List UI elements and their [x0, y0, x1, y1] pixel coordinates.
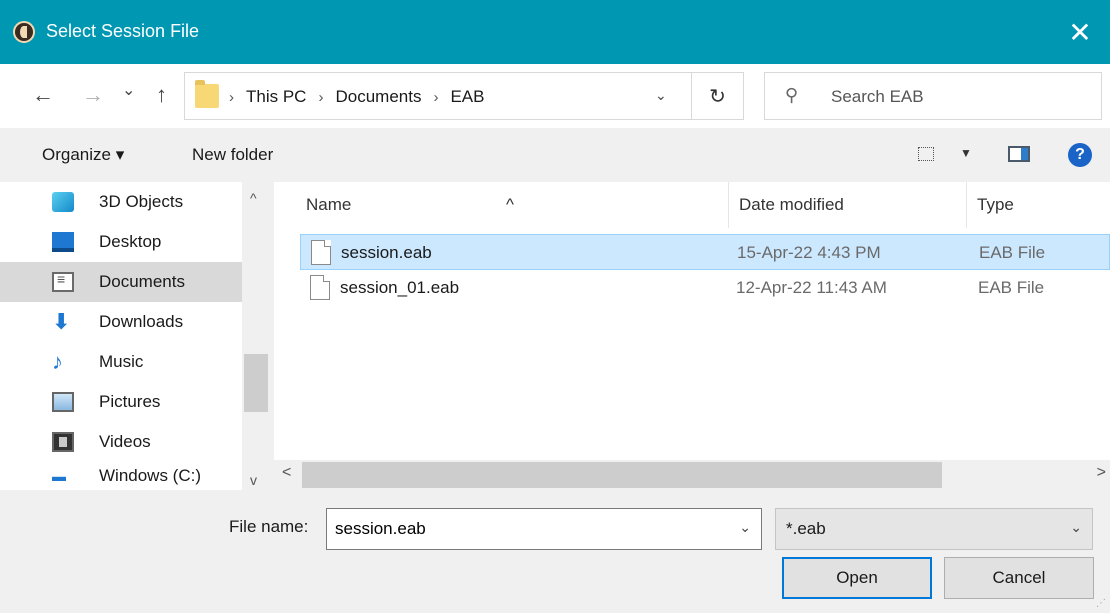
breadcrumb-this-pc[interactable]: This PC [246, 87, 306, 107]
address-bar[interactable]: › This PC › Documents › EAB ⌄ [184, 72, 692, 120]
file-date: 12-Apr-22 11:43 AM [736, 278, 887, 297]
sidebar-item-downloads[interactable]: ⬇ Downloads [0, 302, 242, 342]
resize-grip-icon[interactable]: ⋰ [1096, 598, 1106, 609]
sidebar-item-label: Windows (C:) [99, 466, 202, 485]
recent-locations-chevron-icon[interactable]: ⌄ [122, 80, 135, 100]
back-arrow-icon[interactable]: ← [32, 82, 54, 108]
new-folder-button[interactable]: New folder [192, 145, 273, 165]
sidebar-item-label: Pictures [99, 392, 161, 411]
scroll-down-icon[interactable]: v [250, 472, 257, 488]
column-header-date[interactable]: Date modified [729, 182, 967, 228]
sidebar-item-label: Documents [99, 272, 185, 291]
folder-icon [195, 80, 219, 108]
file-row[interactable]: session.eab 15-Apr-22 4:43 PM EAB File [300, 234, 1110, 270]
refresh-button[interactable]: ↻ [692, 72, 744, 120]
address-dropdown-chevron-icon[interactable]: ⌄ [655, 87, 667, 104]
scrollbar-thumb[interactable] [302, 462, 942, 488]
file-name-label: File name: [229, 517, 309, 536]
file-type: EAB File [979, 243, 1046, 262]
downloads-icon: ⬇ [52, 309, 71, 334]
search-icon: ⚲ [785, 85, 799, 105]
sidebar-item-label: Desktop [99, 232, 162, 251]
column-date-label: Date modified [739, 195, 844, 214]
horizontal-scrollbar[interactable]: < > [274, 460, 1110, 490]
breadcrumb-separator-icon: › [318, 88, 324, 106]
sort-ascending-icon: ^ [506, 195, 514, 214]
sidebar-item-windows-c[interactable]: ▬ Windows (C:) [0, 462, 242, 490]
scroll-right-icon[interactable]: > [1097, 464, 1106, 482]
search-placeholder: Search EAB [831, 87, 924, 106]
cancel-button[interactable]: Cancel [944, 557, 1094, 599]
videos-icon [52, 432, 74, 452]
up-arrow-icon[interactable]: ↑ [156, 82, 167, 108]
sidebar-item-label: Music [99, 352, 144, 371]
window-title: Select Session File [46, 21, 200, 41]
file-type-value: *.eab [786, 519, 826, 538]
view-dropdown-chevron-icon[interactable]: ▼ [960, 146, 972, 160]
breadcrumb-separator-icon: › [229, 88, 234, 106]
sidebar-item-label: Downloads [99, 312, 184, 331]
file-type-dropdown-chevron-icon[interactable]: ⌄ [1070, 519, 1082, 536]
breadcrumb-documents[interactable]: Documents [335, 87, 421, 107]
file-name-field[interactable] [329, 511, 729, 547]
title-bar: Select Session File ✕ [0, 0, 1110, 64]
navigation-scrollbar[interactable]: ^ v [242, 182, 270, 490]
file-list: Name ^ Date modified Type session.eab 15… [274, 182, 1110, 490]
file-row[interactable]: session_01.eab 12-Apr-22 11:43 AM EAB Fi… [300, 270, 1110, 306]
forward-arrow-icon[interactable]: → [82, 82, 104, 108]
view-options-icon[interactable] [918, 147, 934, 161]
file-name: session_01.eab [340, 278, 460, 297]
address-row: ← → ⌄ ↑ › This PC › Documents › EAB ⌄ ↻ … [0, 64, 1110, 128]
sidebar-item-videos[interactable]: Videos [0, 422, 242, 462]
sidebar-item-desktop[interactable]: Desktop [0, 222, 242, 262]
sidebar-item-label: 3D Objects [99, 192, 184, 211]
refresh-icon: ↻ [709, 85, 726, 108]
3d-objects-icon [52, 192, 74, 212]
breadcrumb-eab[interactable]: EAB [450, 87, 484, 107]
sidebar-item-pictures[interactable]: Pictures [0, 382, 242, 422]
sidebar-item-documents[interactable]: Documents [0, 262, 242, 302]
pictures-icon [52, 392, 74, 412]
search-box[interactable]: ⚲ Search EAB [764, 72, 1102, 120]
close-icon[interactable]: ✕ [1050, 0, 1110, 64]
command-toolbar: Organize ▾ New folder ▼ ? [0, 128, 1110, 182]
file-name: session.eab [341, 243, 432, 262]
scroll-left-icon[interactable]: < [282, 464, 291, 482]
open-button[interactable]: Open [782, 557, 932, 599]
documents-icon [52, 271, 74, 292]
sidebar-item-label: Videos [99, 432, 151, 451]
file-name-combobox[interactable]: ⌄ [326, 508, 762, 550]
file-name-dropdown-chevron-icon[interactable]: ⌄ [739, 519, 751, 536]
help-icon[interactable]: ? [1068, 143, 1092, 167]
music-icon: ♪ [52, 349, 63, 374]
file-type: EAB File [978, 278, 1045, 297]
navigation-pane: 3D Objects Desktop Documents ⬇ Downloads… [0, 182, 270, 490]
app-icon [13, 21, 35, 43]
dialog-footer: File name: ⌄ *.eab ⌄ Open Cancel ⋰ [0, 490, 1110, 613]
breadcrumb: › This PC › Documents › EAB [229, 87, 484, 107]
file-type-select[interactable]: *.eab ⌄ [775, 508, 1093, 550]
scroll-up-icon[interactable]: ^ [250, 190, 257, 206]
column-type-label: Type [977, 195, 1014, 214]
sidebar-item-music[interactable]: ♪ Music [0, 342, 242, 382]
column-header-type[interactable]: Type [967, 182, 1110, 228]
scrollbar-thumb[interactable] [244, 354, 268, 412]
desktop-icon [52, 232, 74, 252]
drive-icon: ▬ [52, 468, 66, 484]
column-name-label: Name [306, 195, 352, 214]
column-header-name[interactable]: Name ^ [274, 182, 729, 228]
organize-button[interactable]: Organize ▾ [42, 145, 124, 165]
preview-pane-icon[interactable] [1008, 146, 1030, 162]
breadcrumb-separator-icon: › [433, 88, 439, 106]
file-icon [310, 275, 330, 300]
sidebar-item-3d-objects[interactable]: 3D Objects [0, 182, 242, 222]
file-date: 15-Apr-22 4:43 PM [737, 243, 881, 262]
file-icon [311, 240, 331, 265]
